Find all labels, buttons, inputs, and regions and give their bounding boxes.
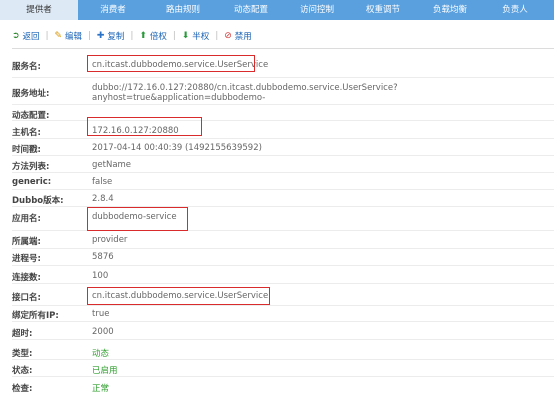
dubbo-version-label: Dubbo版本: <box>12 196 64 206</box>
check-value: 正常 <box>92 384 110 394</box>
weight-down-label: 半权 <box>192 32 210 42</box>
row-divider <box>12 283 554 284</box>
row-divider <box>12 321 554 322</box>
tab-weight[interactable]: 权重调节 <box>350 0 416 20</box>
row-divider <box>12 77 554 78</box>
toolbar-divider <box>12 48 554 49</box>
tab-dynamic-config[interactable]: 动态配置 <box>218 0 284 20</box>
side-value: provider <box>92 235 128 245</box>
check-label: 检查: <box>12 384 33 394</box>
tab-routes[interactable]: 路由规则 <box>148 0 218 20</box>
connections-value: 100 <box>92 271 109 281</box>
row-divider <box>12 376 554 377</box>
highlight-box-application <box>87 207 188 231</box>
tab-access-control[interactable]: 访问控制 <box>284 0 350 20</box>
toolbar-separator: | <box>172 31 176 41</box>
service-name-label: 服务名: <box>12 62 41 72</box>
toolbar-separator: | <box>215 31 219 41</box>
bind-all-ip-label: 绑定所有IP: <box>12 311 59 321</box>
pencil-icon: ✎ <box>54 31 62 41</box>
timeout-label: 超时: <box>12 329 33 339</box>
back-arrow-icon: ➲ <box>12 31 20 41</box>
bind-all-ip-value: true <box>92 309 110 319</box>
ban-icon: ⊘ <box>224 31 232 41</box>
methods-value: getName <box>92 160 132 170</box>
pid-label: 进程号: <box>12 254 41 264</box>
toolbar-separator: | <box>130 31 134 41</box>
row-divider <box>12 138 554 139</box>
highlight-box-interface <box>87 287 270 305</box>
pid-value: 5876 <box>92 252 114 262</box>
timeout-value: 2000 <box>92 327 114 337</box>
edit-button[interactable]: ✎ 编辑 <box>54 30 82 42</box>
type-value: 动态 <box>92 349 110 359</box>
dubbo-version-value: 2.8.4 <box>92 194 114 204</box>
status-value: 已启用 <box>92 366 118 376</box>
application-label: 应用名: <box>12 214 41 224</box>
highlight-box-service-name <box>87 55 255 72</box>
side-label: 所属端: <box>12 237 41 247</box>
arrow-down-icon: ⬇ <box>181 31 190 41</box>
service-url-label: 服务地址: <box>12 89 50 99</box>
highlight-box-host <box>87 117 202 136</box>
copy-button[interactable]: ✚ 复制 <box>97 30 125 42</box>
tab-owners[interactable]: 负责人 <box>484 0 546 20</box>
row-divider <box>12 359 554 360</box>
row-divider <box>12 305 554 306</box>
disable-label: 禁用 <box>234 32 252 42</box>
timestamp-value: 2017-04-14 00:40:39 (1492155639592) <box>92 143 262 153</box>
back-label: 返回 <box>22 32 40 42</box>
toolbar-separator: | <box>88 31 91 41</box>
timestamp-label: 时间戳: <box>12 145 41 155</box>
row-divider <box>12 265 554 266</box>
weight-up-button[interactable]: ⬆ 倍权 <box>139 30 167 42</box>
tab-bar: 提供者 消费者 路由规则 动态配置 访问控制 权重调节 负载均衡 负责人 <box>0 0 554 20</box>
toolbar-separator: | <box>45 31 49 41</box>
row-divider <box>12 248 554 249</box>
action-toolbar: ➲ 返回 | ✎ 编辑 | ✚ 复制 | ⬆ 倍权 | ⬇ 半权 | ⊘ 禁用 <box>12 29 252 43</box>
tab-providers[interactable]: 提供者 <box>0 0 78 20</box>
generic-label: generic: <box>12 177 52 187</box>
arrow-up-icon: ⬆ <box>139 31 147 41</box>
edit-label: 编辑 <box>64 32 82 42</box>
connections-label: 连接数: <box>12 273 41 283</box>
back-button[interactable]: ➲ 返回 <box>12 30 40 42</box>
row-divider <box>12 104 554 105</box>
type-label: 类型: <box>12 349 33 359</box>
row-divider <box>12 189 554 190</box>
generic-value: false <box>92 177 113 187</box>
weight-up-label: 倍权 <box>149 32 167 42</box>
host-label: 主机名: <box>12 128 41 138</box>
status-label: 状态: <box>12 366 33 376</box>
row-divider <box>12 339 554 340</box>
row-divider <box>12 172 554 173</box>
weight-down-button[interactable]: ⬇ 半权 <box>182 30 210 42</box>
row-divider <box>12 155 554 156</box>
methods-label: 方法列表: <box>12 162 50 172</box>
tab-load-balance[interactable]: 负载均衡 <box>416 0 484 20</box>
disable-button[interactable]: ⊘ 禁用 <box>224 30 252 42</box>
plus-icon: ✚ <box>96 31 105 41</box>
copy-label: 复制 <box>107 32 125 42</box>
service-url-value: dubbo://172.16.0.127:20880/cn.itcast.dub… <box>92 83 398 103</box>
interface-label: 接口名: <box>12 293 41 303</box>
tab-consumers[interactable]: 消费者 <box>78 0 148 20</box>
